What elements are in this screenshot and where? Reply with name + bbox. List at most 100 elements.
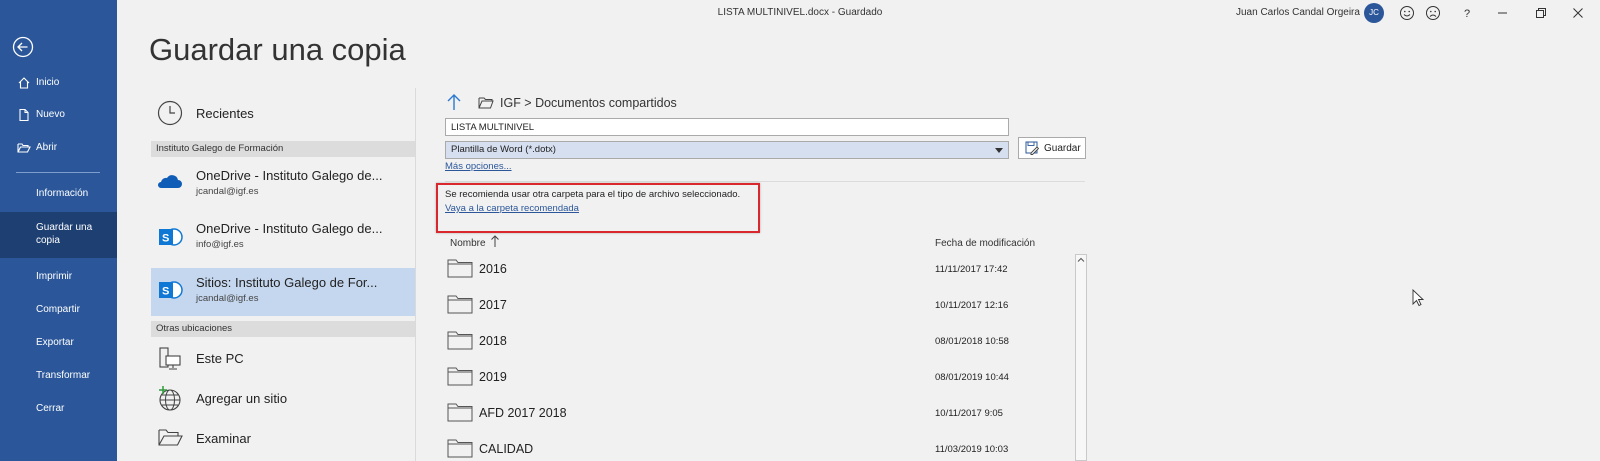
- nav-item-imprimir[interactable]: Imprimir: [0, 270, 117, 286]
- breadcrumb[interactable]: IGF > Documentos compartidos: [500, 96, 677, 110]
- file-row[interactable]: CALIDAD 11/03/2019 10:03: [445, 432, 1065, 461]
- folder-icon: [447, 258, 473, 278]
- nav-item-label: Exportar: [36, 337, 74, 348]
- column-header-date[interactable]: Fecha de modificación: [935, 238, 1035, 249]
- svg-text:?: ?: [1464, 8, 1470, 20]
- column-divider: [415, 88, 416, 461]
- location-recientes[interactable]: Recientes: [151, 98, 415, 128]
- file-name: 2019: [479, 370, 507, 384]
- filetype-select[interactable]: Plantilla de Word (*.dotx): [445, 141, 1009, 159]
- page-title: Guardar una copia: [149, 32, 406, 67]
- file-date: 08/01/2019 10:44: [935, 372, 1009, 383]
- file-name: AFD 2017 2018: [479, 406, 567, 420]
- globe-add-icon: [157, 386, 183, 412]
- nav-item-label: Imprimir: [36, 271, 73, 282]
- nav-item-compartir[interactable]: Compartir: [0, 303, 117, 319]
- file-date: 11/03/2019 10:03: [935, 444, 1009, 455]
- svg-text:S: S: [162, 286, 169, 298]
- file-date: 11/11/2017 17:42: [935, 264, 1008, 275]
- file-row[interactable]: 2016 11/11/2017 17:42: [445, 252, 1065, 286]
- recommended-folder-link[interactable]: Vaya a la carpeta recomendada: [445, 203, 579, 214]
- vertical-scrollbar[interactable]: [1075, 254, 1087, 461]
- nav-item-label: Guardar una copia: [36, 222, 93, 246]
- nav-item-nuevo[interactable]: Nuevo: [0, 108, 117, 124]
- location-label: Recientes: [196, 106, 254, 121]
- file-row[interactable]: 2017 10/11/2017 12:16: [445, 288, 1065, 322]
- up-folder-arrow-icon[interactable]: [446, 93, 462, 111]
- new-document-icon: [17, 108, 31, 122]
- folder-icon: [447, 402, 473, 422]
- file-name: CALIDAD: [479, 442, 534, 456]
- location-label: Agregar un sitio: [196, 391, 288, 406]
- close-icon[interactable]: [1569, 4, 1587, 22]
- location-onedrive-info[interactable]: S OneDrive - Instituto Galego de... info…: [151, 218, 415, 262]
- folder-icon: [447, 366, 473, 386]
- avatar[interactable]: JC: [1364, 3, 1384, 23]
- file-row[interactable]: 2019 08/01/2019 10:44: [445, 360, 1065, 394]
- file-row[interactable]: AFD 2017 2018 10/11/2017 9:05: [445, 396, 1065, 430]
- divider: [445, 181, 1085, 182]
- frown-feedback-icon[interactable]: [1424, 4, 1442, 22]
- nav-item-label: Inicio: [36, 77, 60, 88]
- file-row[interactable]: 2018 08/01/2018 10:58: [445, 324, 1065, 358]
- folder-icon: [447, 438, 473, 458]
- nav-item-inicio[interactable]: Inicio: [0, 76, 117, 92]
- scroll-up-arrow-icon[interactable]: [1075, 254, 1087, 266]
- location-label: Examinar: [196, 431, 251, 446]
- folder-warning-text: Se recomienda usar otra carpeta para el …: [445, 189, 741, 200]
- save-button[interactable]: Guardar: [1018, 137, 1086, 159]
- minimize-icon[interactable]: [1494, 4, 1512, 22]
- nav-item-cerrar[interactable]: Cerrar: [0, 402, 117, 418]
- folder-icon: [447, 330, 473, 350]
- location-examinar[interactable]: Examinar: [151, 425, 415, 455]
- onedrive-cloud-icon: [157, 172, 183, 190]
- nav-item-label: Información: [36, 188, 89, 199]
- nav-item-informacion[interactable]: Información: [0, 187, 117, 203]
- backstage-nav: Inicio Nuevo Abrir Información Guardar u…: [0, 0, 117, 461]
- sharepoint-icon: S: [157, 224, 183, 250]
- open-folder-icon: [17, 141, 31, 155]
- file-name: 2016: [479, 262, 507, 276]
- location-account: jcandal@igf.es: [196, 186, 259, 197]
- nav-item-label: Compartir: [36, 304, 80, 315]
- nav-item-guardar-copia[interactable]: Guardar una copia: [0, 212, 117, 258]
- help-icon[interactable]: ?: [1458, 4, 1476, 22]
- smile-feedback-icon[interactable]: [1398, 4, 1416, 22]
- location-este-pc[interactable]: Este PC: [151, 345, 415, 375]
- nav-item-exportar[interactable]: Exportar: [0, 336, 117, 352]
- back-arrow-icon[interactable]: [12, 36, 34, 58]
- location-label: Este PC: [196, 351, 244, 366]
- save-pencil-icon: [1025, 141, 1039, 155]
- file-date: 10/11/2017 12:16: [935, 300, 1009, 311]
- nav-item-transformar[interactable]: Transformar: [0, 369, 117, 385]
- file-date: 08/01/2018 10:58: [935, 336, 1009, 347]
- column-header-name[interactable]: Nombre: [450, 238, 486, 249]
- filename-input[interactable]: [445, 118, 1009, 136]
- location-agregar-sitio[interactable]: Agregar un sitio: [151, 385, 415, 415]
- more-options-link[interactable]: Más opciones...: [445, 161, 512, 172]
- file-name: 2017: [479, 298, 507, 312]
- folder-icon: [478, 96, 494, 110]
- computer-icon: [157, 346, 183, 372]
- location-onedrive-jcandal[interactable]: OneDrive - Instituto Galego de... jcanda…: [151, 165, 415, 209]
- sharepoint-icon: S: [157, 277, 183, 303]
- location-sitios-igf[interactable]: S Sitios: Instituto Galego de For... jca…: [151, 268, 415, 316]
- nav-divider: [16, 172, 100, 173]
- filetype-value: Plantilla de Word (*.dotx): [451, 144, 556, 155]
- nav-item-abrir[interactable]: Abrir: [0, 141, 117, 157]
- chevron-down-icon: [995, 148, 1003, 153]
- document-title: LISTA MULTINIVEL.docx - Guardado: [717, 7, 883, 18]
- location-account: jcandal@igf.es: [196, 293, 259, 304]
- mouse-cursor-icon: [1412, 289, 1424, 307]
- clock-icon: [157, 100, 183, 126]
- svg-text:S: S: [162, 233, 169, 245]
- nav-item-label: Abrir: [36, 142, 58, 153]
- nav-item-label: Nuevo: [36, 109, 65, 120]
- location-name: OneDrive - Instituto Galego de...: [196, 221, 383, 236]
- home-icon: [17, 76, 31, 90]
- folder-open-icon: [157, 427, 183, 449]
- restore-icon[interactable]: [1532, 4, 1550, 22]
- user-name[interactable]: Juan Carlos Candal Orgeira: [1236, 7, 1360, 18]
- nav-item-label: Cerrar: [36, 403, 65, 414]
- file-name: 2018: [479, 334, 507, 348]
